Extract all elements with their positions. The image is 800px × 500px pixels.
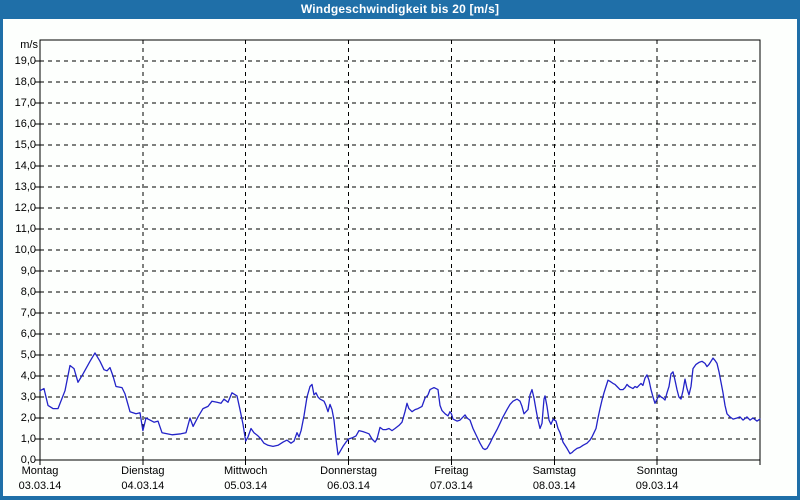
y-axis-tick-label: 8,0 <box>20 286 36 298</box>
x-axis-date-label: 07.03.14 <box>430 480 473 492</box>
y-axis-unit-label: m/s <box>20 39 38 51</box>
y-axis-tick-label: 15,0 <box>14 139 36 151</box>
wind-chart-window: Windgeschwindigkeit bis 20 [m/s] m/s 0,0 1… <box>0 0 800 500</box>
y-axis-tick-label: 3,0 <box>20 391 36 403</box>
x-axis-day-label: Montag <box>21 465 59 477</box>
x-axis-day-label: Dienstag <box>121 465 165 477</box>
y-axis-tick-label: 9,0 <box>20 265 36 277</box>
x-axis-date-label: 08.03.14 <box>532 480 576 492</box>
y-axis-tick-label: 11,0 <box>15 223 36 235</box>
y-axis-tick-label: 10,0 <box>14 244 36 256</box>
x-axis-date-label: 03.03.14 <box>18 480 62 492</box>
y-axis-tick-label: 19,0 <box>14 55 36 67</box>
y-axis-tick-label: 16,0 <box>14 118 36 130</box>
y-axis-tick-label: 1,0 <box>20 433 36 445</box>
y-axis-tick-label: 4,0 <box>20 370 36 382</box>
y-axis-tick-label: 17,0 <box>14 97 36 109</box>
y-axis-tick-label: 5,0 <box>20 349 36 361</box>
x-axis-day-label: Donnerstag <box>320 465 377 477</box>
x-axis-date-label: 05.03.14 <box>224 480 268 492</box>
y-axis-tick-label: 18,0 <box>14 76 36 88</box>
wind-speed-line <box>39 352 761 456</box>
y-axis-tick-label: 12,0 <box>14 202 36 214</box>
y-axis-tick-label: 2,0 <box>20 412 36 424</box>
x-axis-day-label: Mittwoch <box>224 465 268 477</box>
x-axis-day-label: Samstag <box>532 465 576 477</box>
x-axis-date-label: 04.03.14 <box>121 480 165 492</box>
x-axis-date-label: 06.03.14 <box>327 480 370 492</box>
y-axis-tick-label: 7,0 <box>20 307 36 319</box>
x-axis-date-label: 09.03.14 <box>635 480 679 492</box>
y-axis-tick-label: 13,0 <box>14 181 36 193</box>
y-axis-tick-label: 14,0 <box>14 160 36 172</box>
y-axis-tick-label: 6,0 <box>20 328 36 340</box>
wind-speed-chart <box>35 39 761 465</box>
x-axis-day-label: Freitag <box>434 465 469 477</box>
x-axis-day-label: Sonntag <box>636 465 678 477</box>
